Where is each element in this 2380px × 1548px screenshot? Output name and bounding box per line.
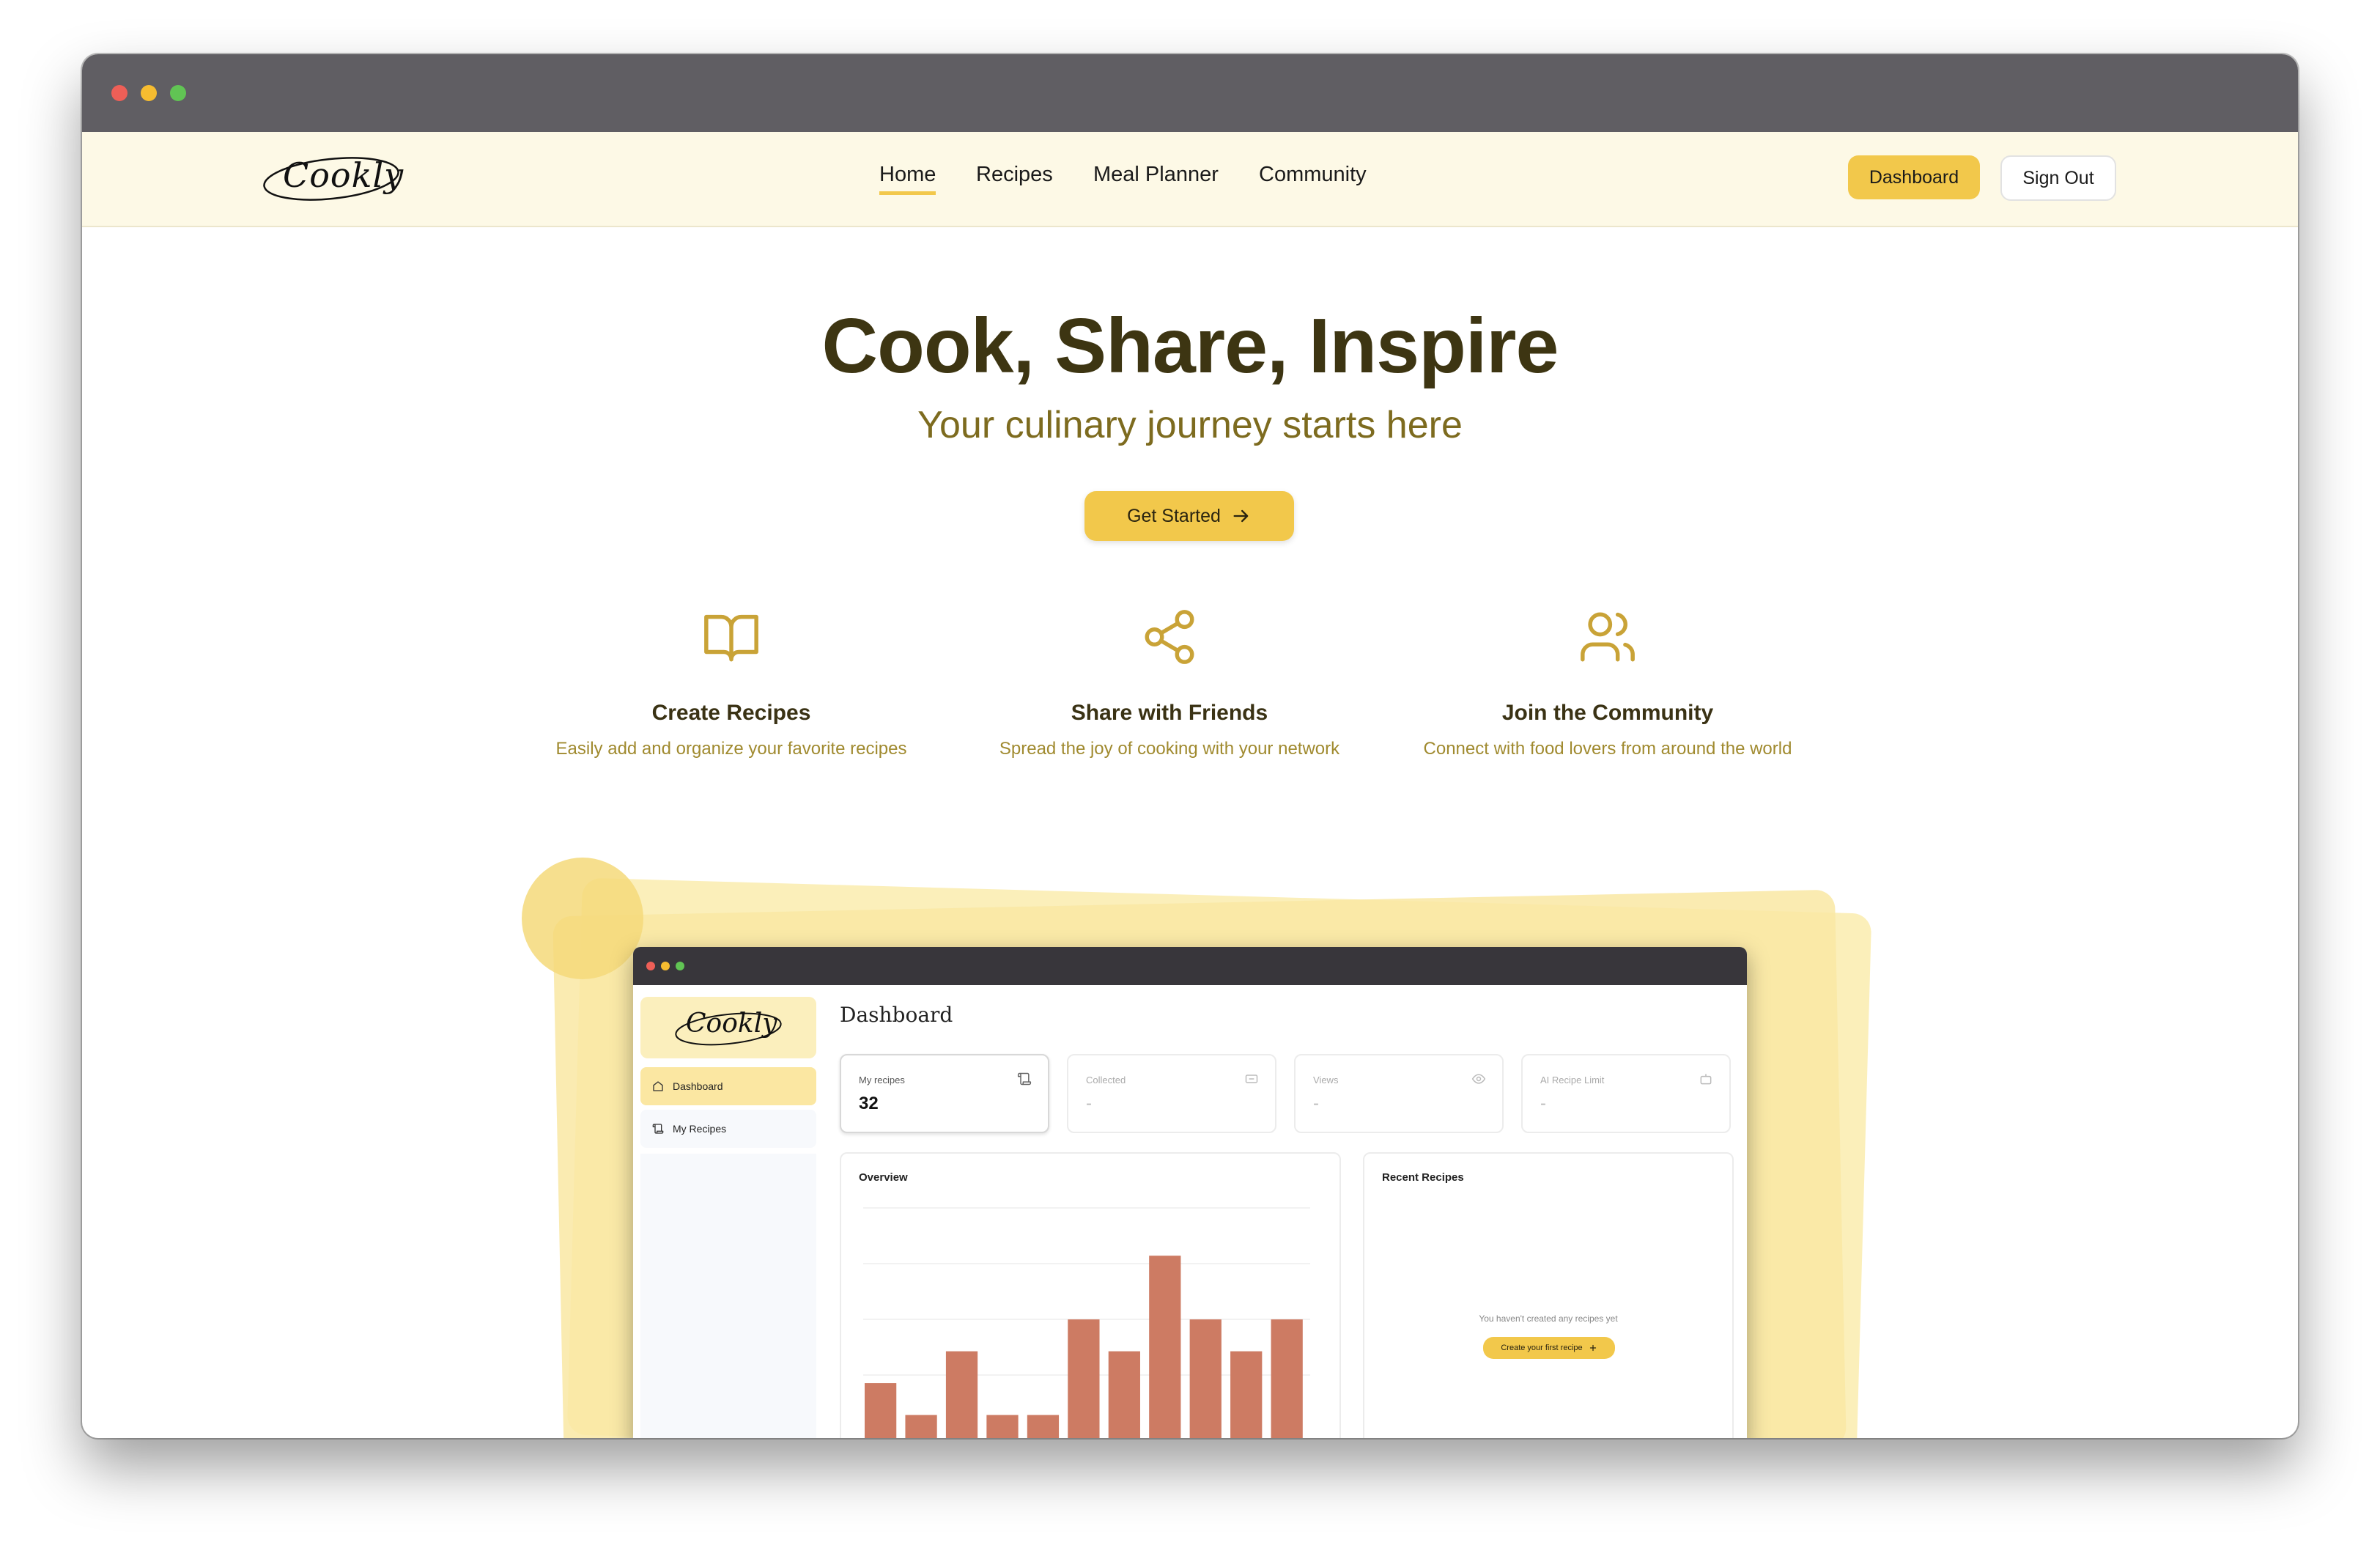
stat-label: My recipes — [859, 1075, 905, 1086]
overview-title: Overview — [859, 1171, 908, 1184]
card-icon — [1245, 1075, 1258, 1083]
stat-card-views: Views - — [1294, 1054, 1504, 1133]
plus-icon — [1589, 1344, 1596, 1352]
feature-description: Connect with food lovers from around the… — [1423, 739, 1792, 759]
maximize-window-button[interactable] — [170, 85, 186, 101]
nav-recipes[interactable]: Recipes — [976, 163, 1053, 187]
arrow-right-icon — [1233, 509, 1249, 523]
chart-bar — [865, 1383, 897, 1438]
top-navbar: Cookly Home Recipes Meal Planner Communi… — [82, 132, 2298, 227]
nav-home[interactable]: Home — [879, 163, 936, 195]
feature-description: Easily add and organize your favorite re… — [555, 739, 907, 759]
chart-bar — [1027, 1415, 1060, 1438]
home-icon — [653, 1081, 663, 1091]
chart-bar — [1108, 1351, 1140, 1438]
feature-share-friends: Share with Friends Spread the joy of coo… — [950, 607, 1389, 759]
chart-bar — [986, 1415, 1019, 1438]
stat-label: AI Recipe Limit — [1540, 1075, 1605, 1086]
book-open-icon — [704, 614, 758, 662]
minimize-window-button[interactable] — [141, 85, 157, 101]
dashboard-preview: Cookly Dashboard My Recipes Dashboard My… — [633, 947, 1747, 1438]
preview-close-dot — [646, 962, 655, 970]
empty-state-text: You haven't created any recipes yet — [1479, 1313, 1618, 1324]
preview-logo: Cookly — [640, 997, 816, 1058]
preview-sidebar-item-my-recipes[interactable]: My Recipes — [640, 1110, 816, 1148]
create-first-recipe-label: Create your first recipe — [1501, 1344, 1583, 1352]
scroll-icon — [652, 1124, 664, 1134]
preview-titlebar — [633, 947, 1747, 985]
stat-label: Collected — [1086, 1075, 1126, 1086]
preview-sidebar: Cookly Dashboard My Recipes — [633, 985, 816, 1438]
browser-window: Cookly Home Recipes Meal Planner Communi… — [82, 54, 2298, 1438]
logo[interactable]: Cookly — [261, 150, 404, 208]
preview-sidebar-label: Dashboard — [673, 1080, 723, 1092]
preview-minimize-dot — [661, 962, 670, 970]
hero-subtitle: Your culinary journey starts here — [917, 404, 1463, 446]
nav-meal-planner[interactable]: Meal Planner — [1093, 163, 1219, 187]
preview-logo-text: Cookly — [686, 1009, 777, 1039]
feature-join-community: Join the Community Connect with food lov… — [1388, 607, 1828, 759]
users-icon — [1581, 612, 1635, 662]
scroll-icon — [1017, 1072, 1032, 1086]
close-window-button[interactable] — [111, 85, 128, 101]
dashboard-button[interactable]: Dashboard — [1848, 155, 1980, 199]
chart-bar — [945, 1351, 978, 1438]
stat-label: Views — [1313, 1075, 1339, 1086]
stat-card-ai-recipe-limit: AI Recipe Limit - — [1521, 1054, 1731, 1133]
chart-bar — [1271, 1319, 1303, 1438]
logo-text: Cookly — [283, 155, 404, 195]
feature-title: Join the Community — [1501, 701, 1714, 725]
bot-icon — [1700, 1074, 1712, 1085]
chart-bar — [1149, 1256, 1181, 1438]
share-icon — [1145, 610, 1194, 664]
decor-circle — [522, 858, 643, 979]
chart-bar — [1230, 1351, 1263, 1438]
get-started-button[interactable]: Get Started — [1084, 491, 1294, 541]
overview-panel: Overview — [840, 1152, 1341, 1438]
stat-value: - — [1086, 1094, 1092, 1113]
chart-bar — [905, 1415, 937, 1438]
preview-sidebar-label: My Recipes — [673, 1123, 727, 1135]
window-titlebar — [82, 54, 2298, 132]
overview-bar-chart — [863, 1207, 1310, 1438]
feature-title: Create Recipes — [651, 701, 811, 725]
preview-sidebar-item-dashboard[interactable]: Dashboard — [640, 1067, 816, 1105]
chart-bar — [1189, 1319, 1222, 1438]
recent-recipes-panel: Recent Recipes You haven't created any r… — [1363, 1152, 1734, 1438]
feature-create-recipes: Create Recipes Easily add and organize y… — [511, 607, 951, 759]
stat-value: 32 — [859, 1094, 879, 1113]
stat-value: - — [1540, 1094, 1546, 1113]
eye-icon — [1471, 1074, 1486, 1084]
feature-description: Spread the joy of cooking with your netw… — [999, 739, 1340, 759]
hero-title: Cook, Share, Inspire — [821, 303, 1559, 389]
sign-out-button[interactable]: Sign Out — [2000, 155, 2116, 201]
preview-sidebar-fill — [640, 1154, 816, 1438]
preview-page-title: Dashboard — [840, 1003, 953, 1027]
stat-value: - — [1313, 1094, 1319, 1113]
get-started-label: Get Started — [1127, 505, 1221, 526]
stat-card-collected: Collected - — [1067, 1054, 1276, 1133]
recent-recipes-title: Recent Recipes — [1382, 1171, 1464, 1184]
chart-bar — [1068, 1319, 1100, 1438]
nav-community[interactable]: Community — [1259, 163, 1367, 187]
create-first-recipe-button[interactable]: Create your first recipe — [1483, 1337, 1615, 1359]
preview-maximize-dot — [676, 962, 684, 970]
feature-title: Share with Friends — [1071, 701, 1268, 725]
stat-card-my-recipes: My recipes 32 — [840, 1054, 1049, 1133]
